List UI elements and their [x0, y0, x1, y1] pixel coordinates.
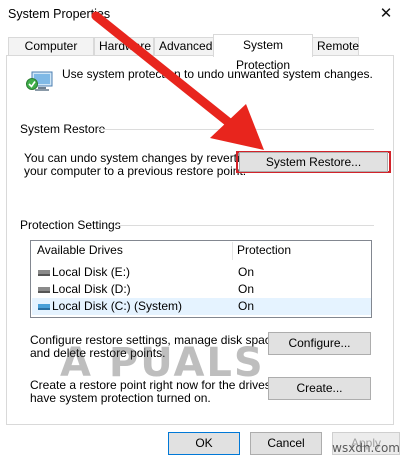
tab-system-protection[interactable]: System Protection: [213, 34, 313, 72]
annotation-arrow-icon: [91, 11, 264, 150]
site-watermark: wsxdn.com: [332, 441, 400, 455]
